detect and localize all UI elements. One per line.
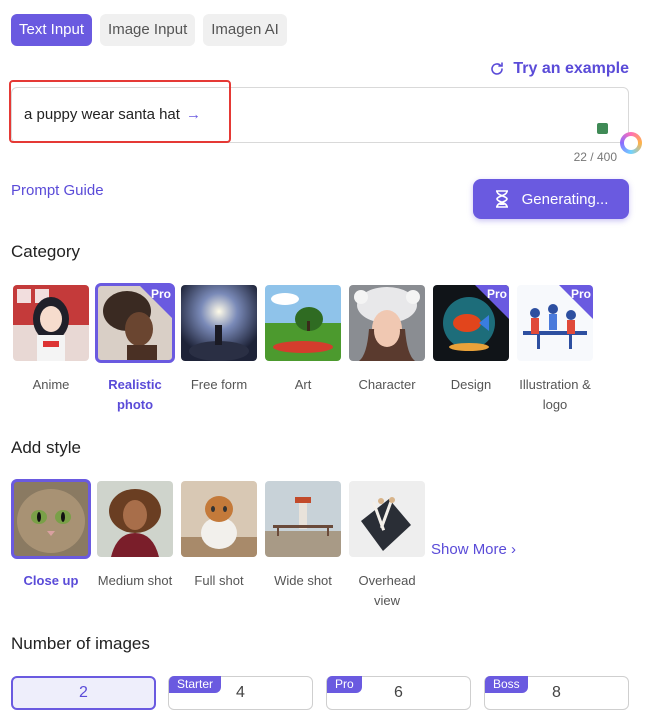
category-character[interactable]: Character — [349, 285, 425, 395]
prompt-textarea[interactable]: a puppy wear santa hat → — [11, 87, 629, 143]
pro-badge: Pro — [570, 287, 591, 301]
plan-tag: Pro — [327, 676, 362, 693]
category-label: Design — [450, 377, 492, 392]
design-thumbnail: Pro — [433, 285, 509, 361]
option-value: 2 — [79, 684, 88, 701]
images-option-8[interactable]: Boss 8 — [484, 676, 629, 710]
category-label: Realistic photo — [108, 377, 162, 412]
style-wide-shot[interactable]: Wide shot — [265, 481, 341, 591]
refresh-icon — [491, 62, 504, 75]
category-illustration-logo[interactable]: Pro Illustration & logo — [517, 285, 593, 415]
category-free-form[interactable]: Free form — [181, 285, 257, 395]
style-overhead-view[interactable]: Overhead view — [349, 481, 425, 611]
category-label: Art — [294, 377, 312, 392]
overhead-view-thumbnail — [349, 481, 425, 557]
images-option-2[interactable]: 2 — [11, 676, 156, 710]
style-label: Overhead view — [358, 573, 416, 608]
pro-badge: Pro — [486, 287, 507, 301]
option-value: 4 — [236, 684, 245, 701]
tab-image-input[interactable]: Image Input — [100, 14, 196, 46]
full-shot-thumbnail — [181, 481, 257, 557]
category-anime[interactable]: Anime — [13, 285, 89, 395]
show-more-label: Show More — [431, 541, 507, 558]
status-dot — [597, 123, 608, 134]
anime-thumbnail — [13, 285, 89, 361]
try-example-link[interactable]: Try an example — [489, 60, 629, 78]
images-option-6[interactable]: Pro 6 — [326, 676, 471, 710]
plan-tag: Boss — [485, 676, 528, 693]
style-label: Wide shot — [274, 573, 332, 588]
option-value: 8 — [552, 684, 561, 701]
category-label: Illustration & logo — [519, 377, 591, 412]
input-tabs: Text Input Image Input Imagen AI — [11, 14, 287, 46]
realistic-photo-thumbnail: Pro — [95, 283, 175, 363]
art-thumbnail — [265, 285, 341, 361]
category-title: Category — [11, 242, 80, 261]
show-more-link[interactable]: Show More › — [431, 541, 516, 558]
medium-shot-thumbnail — [97, 481, 173, 557]
close-up-thumbnail — [11, 479, 91, 559]
tab-text-input[interactable]: Text Input — [11, 14, 93, 46]
category-label: Free form — [190, 377, 248, 392]
style-medium-shot[interactable]: Medium shot — [97, 481, 173, 591]
illustration-logo-thumbnail: Pro — [517, 285, 593, 361]
wide-shot-thumbnail — [265, 481, 341, 557]
free-form-thumbnail — [181, 285, 257, 361]
style-close-up[interactable]: Close up — [11, 479, 91, 591]
category-design[interactable]: Pro Design — [433, 285, 509, 395]
tab-imagen-ai[interactable]: Imagen AI — [203, 14, 287, 46]
category-realistic-photo[interactable]: Pro Realistic photo — [95, 283, 175, 415]
prompt-value: a puppy wear santa hat — [24, 106, 180, 123]
assistant-icon[interactable] — [620, 132, 642, 154]
hourglass-icon — [495, 190, 508, 208]
char-counter: 22 / 400 — [573, 150, 617, 164]
try-example-label: Try an example — [513, 60, 629, 77]
style-label: Full shot — [194, 573, 244, 588]
style-label: Close up — [23, 573, 79, 588]
plan-tag: Starter — [169, 676, 222, 693]
character-thumbnail — [349, 285, 425, 361]
generate-button[interactable]: Generating... — [473, 179, 629, 219]
chevron-right-icon: › — [511, 541, 517, 558]
option-value: 6 — [394, 684, 403, 701]
images-option-4[interactable]: Starter 4 — [168, 676, 313, 710]
category-label: Character — [358, 377, 416, 392]
add-style-title: Add style — [11, 438, 81, 457]
arrow-right-icon: → — [185, 106, 201, 123]
style-full-shot[interactable]: Full shot — [181, 481, 257, 591]
number-of-images-title: Number of images — [11, 634, 150, 653]
generate-button-label: Generating... — [521, 190, 609, 208]
style-label: Medium shot — [97, 573, 173, 588]
category-label: Anime — [32, 377, 70, 392]
prompt-guide-link[interactable]: Prompt Guide — [11, 182, 104, 199]
pro-badge: Pro — [150, 287, 171, 301]
category-art[interactable]: Art — [265, 285, 341, 395]
